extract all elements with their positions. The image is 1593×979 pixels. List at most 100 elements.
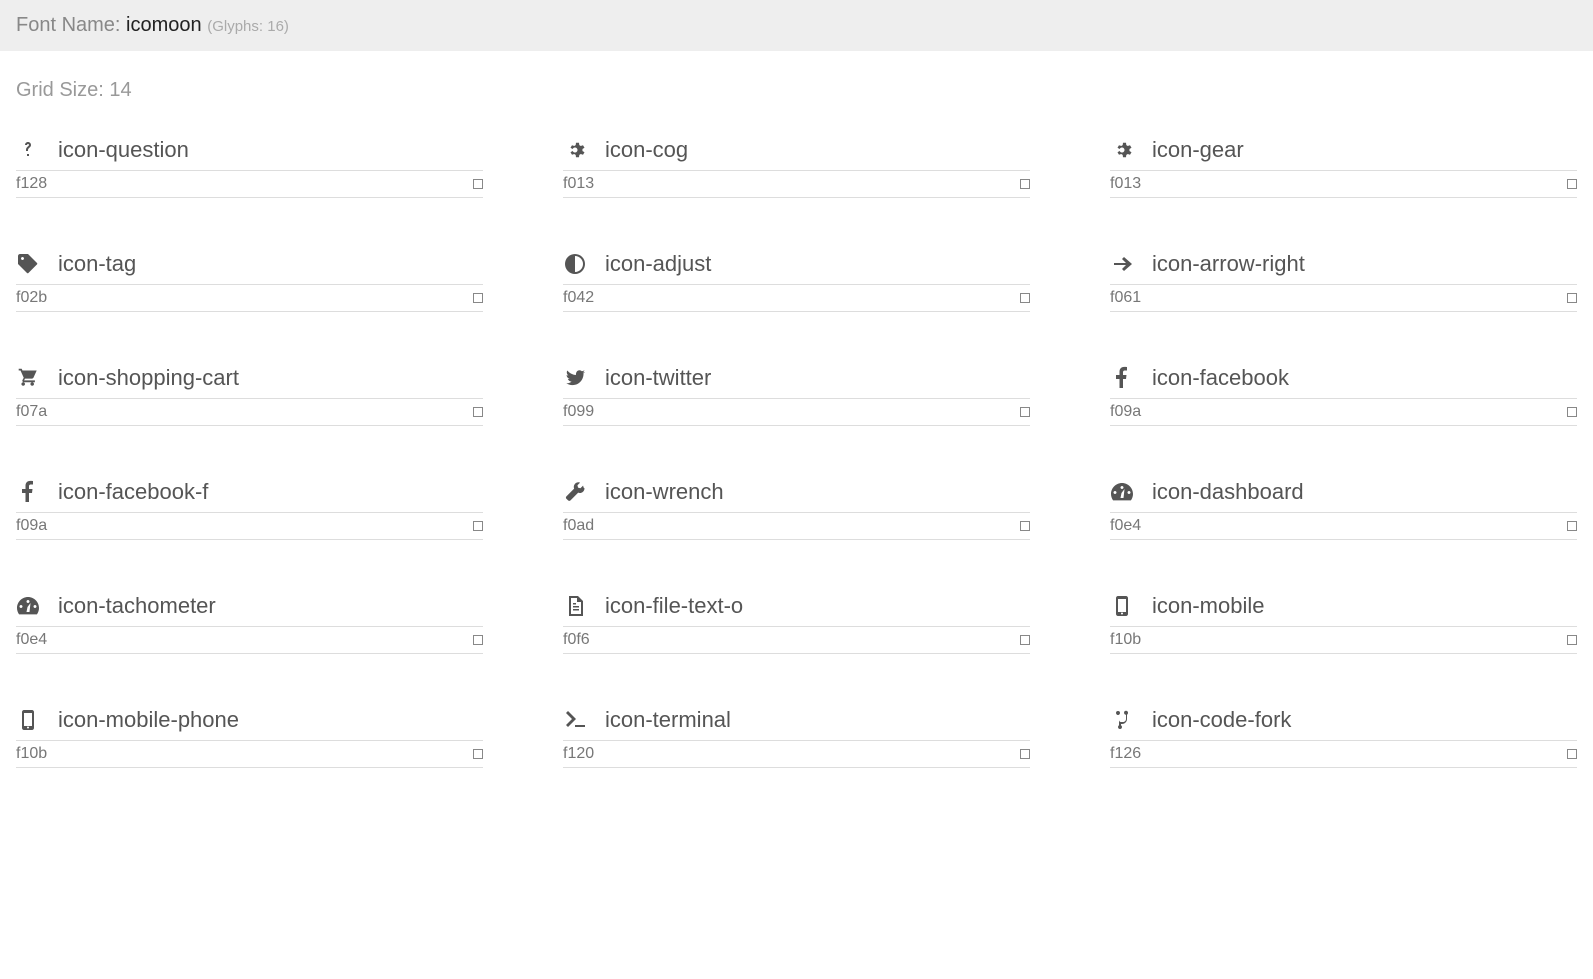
glyph-code[interactable]: f0e4 [1110, 517, 1141, 535]
tag-icon [16, 252, 50, 276]
liga-input[interactable] [473, 179, 483, 189]
glyph-row: icon-twitter [563, 360, 1030, 396]
glyph-row: icon-adjust [563, 246, 1030, 282]
glyph-row: icon-code-fork [1110, 702, 1577, 738]
arrow-right-icon [1110, 252, 1144, 276]
glyph-name[interactable]: icon-twitter [605, 365, 711, 391]
mobile-icon [16, 708, 50, 732]
font-name-label: Font Name: [16, 14, 120, 36]
glyph-code-row: f09a [16, 512, 483, 540]
twitter-icon [563, 366, 597, 390]
cog-icon [1110, 138, 1144, 162]
glyph-row: icon-mobile-phone [16, 702, 483, 738]
glyph-row: icon-wrench [563, 474, 1030, 510]
glyph-name[interactable]: icon-tag [58, 251, 136, 277]
liga-input[interactable] [1567, 749, 1577, 759]
glyph-name[interactable]: icon-facebook-f [58, 479, 208, 505]
glyph-code[interactable]: f099 [563, 403, 594, 421]
glyph-code[interactable]: f013 [1110, 175, 1141, 193]
liga-input[interactable] [1567, 179, 1577, 189]
glyph-name[interactable]: icon-wrench [605, 479, 724, 505]
glyph-code[interactable]: f09a [1110, 403, 1141, 421]
glyph-code-row: f0f6 [563, 626, 1030, 654]
glyph-name[interactable]: icon-arrow-right [1152, 251, 1305, 277]
glyph-cell: icon-cog f013 [563, 132, 1030, 198]
liga-input[interactable] [473, 749, 483, 759]
glyph-cell: icon-gear f013 [1110, 132, 1577, 198]
file-text-o-icon [563, 594, 597, 618]
glyph-row: icon-arrow-right [1110, 246, 1577, 282]
shopping-cart-icon [16, 366, 50, 390]
header-bar: Font Name: icomoon (Glyphs: 16) [0, 0, 1593, 51]
glyph-name[interactable]: icon-tachometer [58, 593, 216, 619]
glyph-code-row: f10b [16, 740, 483, 768]
facebook-icon [16, 480, 50, 504]
glyph-name[interactable]: icon-question [58, 137, 189, 163]
liga-input[interactable] [473, 521, 483, 531]
glyph-cell: icon-code-fork f126 [1110, 702, 1577, 768]
glyph-code[interactable]: f120 [563, 745, 594, 763]
glyph-cell: icon-file-text-o f0f6 [563, 588, 1030, 654]
adjust-icon [563, 252, 597, 276]
glyph-code[interactable]: f10b [16, 745, 47, 763]
glyph-name[interactable]: icon-cog [605, 137, 688, 163]
glyph-cell: icon-question f128 [16, 132, 483, 198]
glyph-code[interactable]: f0ad [563, 517, 594, 535]
wrench-icon [563, 480, 597, 504]
glyph-row: icon-mobile [1110, 588, 1577, 624]
glyph-cell: icon-arrow-right f061 [1110, 246, 1577, 312]
glyph-cell: icon-shopping-cart f07a [16, 360, 483, 426]
glyph-count: (Glyphs: 16) [207, 18, 289, 35]
glyph-code-row: f099 [563, 398, 1030, 426]
liga-input[interactable] [1567, 521, 1577, 531]
liga-input[interactable] [1567, 407, 1577, 417]
liga-input[interactable] [473, 407, 483, 417]
liga-input[interactable] [1567, 635, 1577, 645]
liga-input[interactable] [1020, 407, 1030, 417]
glyph-name[interactable]: icon-code-fork [1152, 707, 1291, 733]
liga-input[interactable] [1020, 521, 1030, 531]
glyph-row: icon-terminal [563, 702, 1030, 738]
glyph-code[interactable]: f07a [16, 403, 47, 421]
glyph-code[interactable]: f10b [1110, 631, 1141, 649]
glyph-cell: icon-tag f02b [16, 246, 483, 312]
glyph-name[interactable]: icon-terminal [605, 707, 731, 733]
liga-input[interactable] [473, 635, 483, 645]
glyph-name[interactable]: icon-facebook [1152, 365, 1289, 391]
glyph-code[interactable]: f126 [1110, 745, 1141, 763]
glyph-code[interactable]: f128 [16, 175, 47, 193]
glyph-name[interactable]: icon-mobile-phone [58, 707, 239, 733]
glyph-row: icon-tachometer [16, 588, 483, 624]
glyph-row: icon-facebook-f [16, 474, 483, 510]
liga-input[interactable] [1020, 179, 1030, 189]
liga-input[interactable] [1020, 635, 1030, 645]
glyph-code[interactable]: f09a [16, 517, 47, 535]
glyph-cell: icon-mobile f10b [1110, 588, 1577, 654]
glyph-code-row: f0e4 [1110, 512, 1577, 540]
glyph-name[interactable]: icon-dashboard [1152, 479, 1304, 505]
glyph-code[interactable]: f061 [1110, 289, 1141, 307]
glyph-cell: icon-tachometer f0e4 [16, 588, 483, 654]
glyph-row: icon-shopping-cart [16, 360, 483, 396]
glyph-code-row: f126 [1110, 740, 1577, 768]
glyph-name[interactable]: icon-file-text-o [605, 593, 743, 619]
liga-input[interactable] [1020, 749, 1030, 759]
glyph-code[interactable]: f02b [16, 289, 47, 307]
grid-size-label: Grid Size: 14 [16, 79, 1577, 102]
glyph-cell: icon-terminal f120 [563, 702, 1030, 768]
glyph-name[interactable]: icon-shopping-cart [58, 365, 239, 391]
glyph-row: icon-gear [1110, 132, 1577, 168]
liga-input[interactable] [1567, 293, 1577, 303]
liga-input[interactable] [473, 293, 483, 303]
glyph-name[interactable]: icon-adjust [605, 251, 711, 277]
glyph-row: icon-cog [563, 132, 1030, 168]
glyph-code[interactable]: f0e4 [16, 631, 47, 649]
glyph-name[interactable]: icon-mobile [1152, 593, 1265, 619]
glyph-code[interactable]: f0f6 [563, 631, 590, 649]
glyph-grid: icon-question f128 icon-cog f013 icon-gear f0… [16, 132, 1577, 768]
glyph-code[interactable]: f042 [563, 289, 594, 307]
liga-input[interactable] [1020, 293, 1030, 303]
glyph-code[interactable]: f013 [563, 175, 594, 193]
glyph-row: icon-question [16, 132, 483, 168]
glyph-name[interactable]: icon-gear [1152, 137, 1244, 163]
